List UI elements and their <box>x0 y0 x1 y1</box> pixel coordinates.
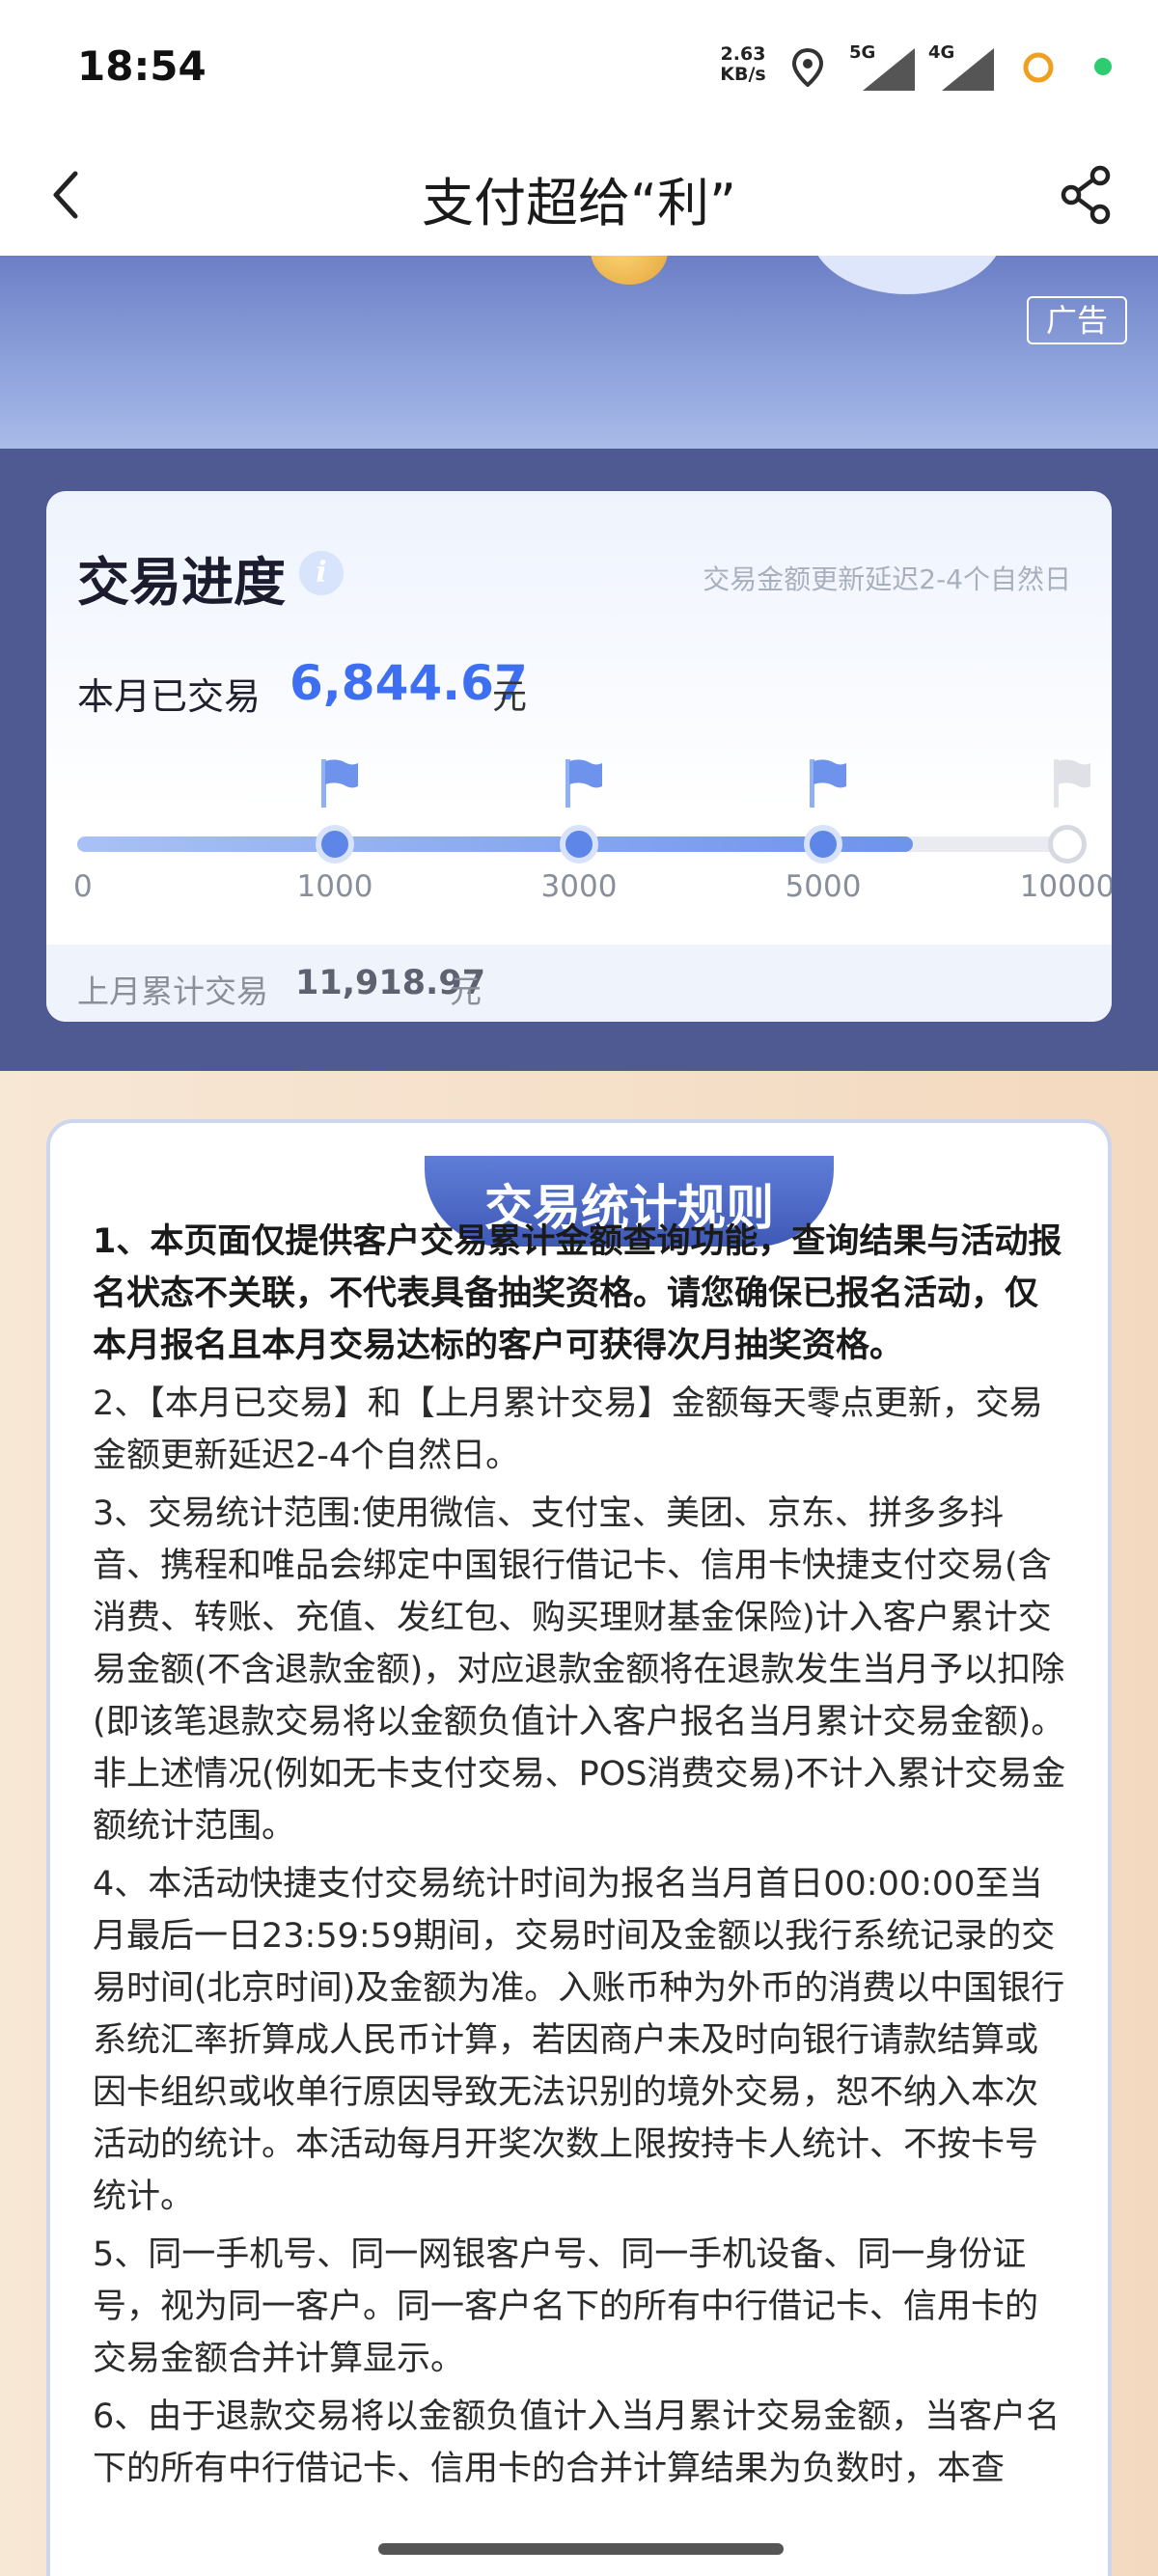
net-speed: 2.63 KB/s <box>714 44 772 85</box>
status-time: 18:54 <box>77 42 207 90</box>
milestone-label: 0 <box>73 869 93 904</box>
rule-paragraph: 4、本活动快捷支付交易统计时间为报名当月首日00:00:00至当月最后一日23:… <box>93 1865 1065 2216</box>
delay-note: 交易金额更新延迟2-4个自然日 <box>703 563 1071 595</box>
signal-4g-icon <box>942 48 994 91</box>
rule-paragraph: 2、【本月已交易】和【上月累计交易】金额每天零点更新，交易金额更新延迟2-4个自… <box>93 1384 1043 1475</box>
nav-bar: 支付超给“利” <box>0 135 1158 256</box>
last-month-unit: 元 <box>450 973 482 1010</box>
page-title: 支付超给“利” <box>422 173 736 233</box>
banner-coin-graphic <box>591 256 668 285</box>
signal-4g: 4G <box>928 42 996 93</box>
signal-5g-icon <box>863 48 915 91</box>
rules-section: 交易统计规则 1、本页面仅提供客户交易累计金额查询功能，查询结果与活动报名状态不… <box>0 1071 1158 2576</box>
signal-5g: 5G <box>849 42 917 93</box>
rule-paragraph: 5、同一手机号、同一网银客户号、同一手机设备、同一身份证号，视为同一客户。同一客… <box>93 2235 1039 2378</box>
share-icon[interactable] <box>1058 164 1116 226</box>
milestone-dot <box>804 825 842 863</box>
milestone-dot <box>1048 825 1087 863</box>
milestone-label: 1000 <box>296 869 373 904</box>
rules-body: 1、本页面仅提供客户交易累计金额查询功能，查询结果与活动报名状态不关联，不代表具… <box>93 1216 1067 2501</box>
progress-fill <box>77 836 914 852</box>
info-icon[interactable]: i <box>299 551 344 595</box>
home-indicator[interactable] <box>378 2543 784 2555</box>
status-bar: 18:54 2.63 KB/s 5G 4G <box>0 0 1158 135</box>
milestone-label: 3000 <box>540 869 618 904</box>
status-icons: 2.63 KB/s 5G 4G <box>714 42 1119 93</box>
status-dot-icon <box>1094 58 1112 75</box>
battery-ring-icon <box>1023 52 1054 83</box>
net-speed-unit: KB/s <box>720 64 766 85</box>
milestone-label: 10000 <box>1019 869 1112 904</box>
rule-paragraph: 3、交易统计范围:使用微信、支付宝、美团、京东、拼多多抖音、携程和唯品会绑定中国… <box>93 1494 1066 1846</box>
milestone-dot <box>560 825 598 863</box>
location-icon <box>791 48 824 87</box>
last-month-label: 上月累计交易 <box>77 973 268 1010</box>
promo-banner[interactable]: 广告 <box>0 256 1158 449</box>
flag-icon <box>321 759 358 808</box>
month-traded-label: 本月已交易 <box>77 675 262 718</box>
last-month-row: 上月累计交易 11,918.97 元 <box>46 945 1112 1022</box>
net-speed-value: 2.63 <box>720 43 766 65</box>
progress-title: 交易进度 <box>77 552 286 613</box>
rule-paragraph: 6、由于退款交易将以金额负值计入当月累计交易金额，当客户名下的所有中行借记卡、信… <box>93 2398 1061 2488</box>
milestone-dot <box>316 825 354 863</box>
flag-icon <box>810 759 846 808</box>
milestone-label: 5000 <box>785 869 862 904</box>
ad-badge: 广告 <box>1027 296 1127 344</box>
flag-icon <box>1054 759 1090 808</box>
progress-section: 交易进度 i 交易金额更新延迟2-4个自然日 本月已交易 6,844.67 元 … <box>0 449 1158 1071</box>
progress-card: 交易进度 i 交易金额更新延迟2-4个自然日 本月已交易 6,844.67 元 … <box>46 491 1112 1022</box>
banner-cloud-graphic <box>811 256 1004 294</box>
rule-paragraph: 1、本页面仅提供客户交易累计金额查询功能，查询结果与活动报名状态不关联，不代表具… <box>93 1222 1062 1365</box>
flag-icon <box>565 759 602 808</box>
month-traded-unit: 元 <box>492 677 528 717</box>
